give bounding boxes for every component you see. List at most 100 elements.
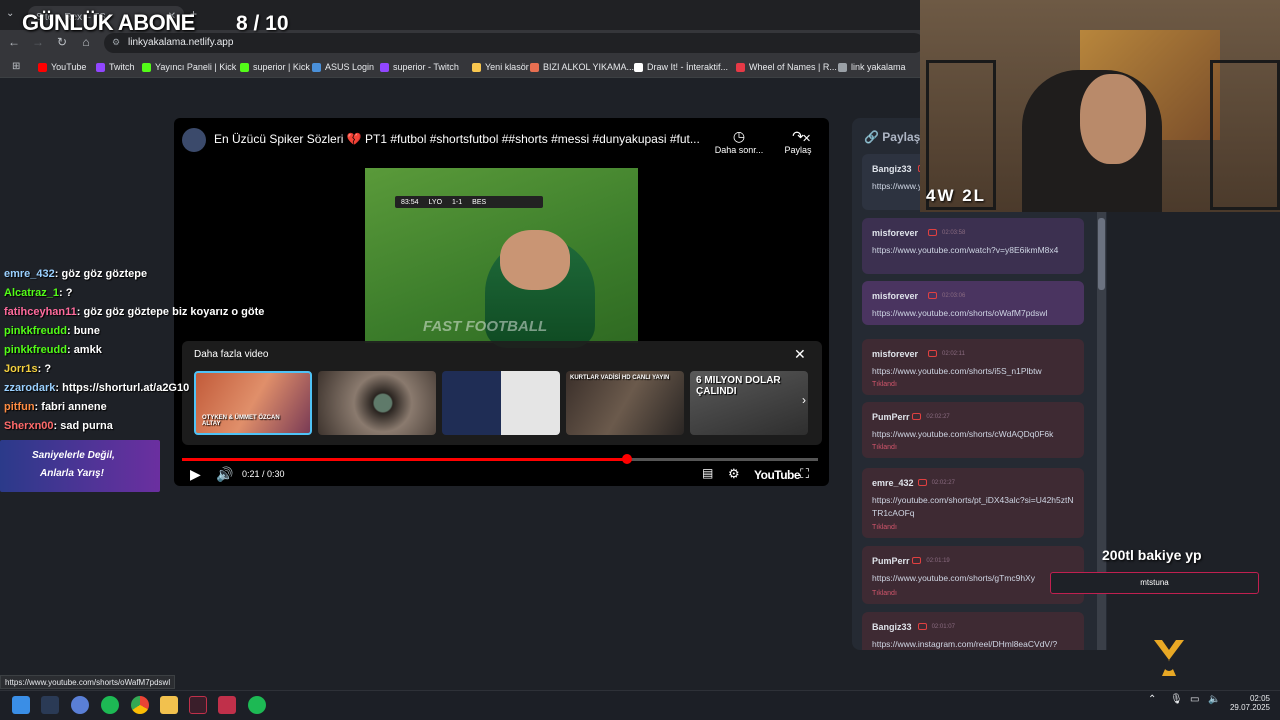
bookmark-item[interactable]: link yakalama <box>838 60 906 74</box>
bookmark-item[interactable]: BIZI ALKOL YIKAMA... <box>530 60 634 74</box>
spotify-icon[interactable] <box>101 696 119 714</box>
card-link[interactable]: https://www.youtube.com/watch?v=y8E6ikmM… <box>872 244 1078 257</box>
shared-link-card[interactable]: misforever 02:03:58 https://www.youtube.co… <box>862 218 1084 274</box>
chat-message: pinkkfreudd: amkk <box>4 344 102 356</box>
card-link[interactable]: https://www.youtube.com/shorts/i5S_n1Plb… <box>872 365 1078 378</box>
scrollbar-thumb[interactable] <box>1098 218 1105 290</box>
card-link[interactable]: https://www.youtube.com/shorts/oWafM7pds… <box>872 307 1078 320</box>
chat-message: pitfun: fabri annene <box>4 401 107 413</box>
url-text: linkyakalama.netlify.app <box>128 37 234 48</box>
bookmark-icon <box>736 62 745 72</box>
promo-line-2: Anlarla Yarış! <box>40 468 104 479</box>
close-icon[interactable]: ✕ <box>802 132 811 145</box>
forward-icon[interactable]: → <box>30 34 46 50</box>
bookmark-item[interactable]: Wheel of Names | R... <box>736 60 837 74</box>
close-more-videos-icon[interactable]: ✕ <box>794 346 806 363</box>
channel-avatar[interactable] <box>182 128 206 152</box>
card-link[interactable]: https://www.youtube.com/shorts/cWdAQDq0F… <box>872 428 1078 441</box>
chat-message: zzarodark: https://shorturl.at/a2G10 <box>4 382 189 394</box>
speaker-icon[interactable]: 🔈 <box>1208 694 1220 705</box>
chat-text: göz göz göztepe biz koyarız o göte <box>83 306 265 318</box>
spotify-icon[interactable] <box>248 696 266 714</box>
bookmark-item[interactable]: superior - Twitch <box>380 60 459 74</box>
progress-bar[interactable] <box>182 454 818 464</box>
bookmark-item[interactable]: YouTube <box>38 60 86 74</box>
bookmark-label: ASUS Login <box>325 62 375 72</box>
share-icon: ↷ <box>792 128 804 144</box>
apps-grid-icon[interactable]: ⊞ <box>12 61 20 72</box>
bookmark-label: Wheel of Names | R... <box>749 62 837 72</box>
bookmark-label: superior - Twitch <box>393 62 459 72</box>
bookmark-item[interactable]: Draw It! - İnteraktif... <box>634 60 728 74</box>
chat-separator: : <box>66 325 74 337</box>
youtube-logo[interactable]: YouTube <box>754 468 801 482</box>
bookmark-icon <box>472 62 481 72</box>
video-title[interactable]: En Üzücü Spiker Sözleri 💔 PT1 #futbol #s… <box>214 132 700 146</box>
bookmark-icon <box>312 62 321 72</box>
video-thumbnail[interactable]: 6 MILYON DOLAR ÇALINDI <box>690 371 808 435</box>
settings-icon[interactable]: ⚙ <box>728 466 740 482</box>
card-status: Tıklandı <box>872 381 897 388</box>
card-link[interactable]: https://www.youtube.com/shorts/gTmc9hXy <box>872 572 1078 585</box>
back-icon[interactable]: ← <box>6 34 22 50</box>
link-icon: 🔗 <box>864 130 879 144</box>
subtitles-icon[interactable]: ▤ <box>702 466 713 480</box>
system-clock[interactable]: 02:05 29.07.2025 <box>1226 694 1270 712</box>
scoreboard: 83:54 LYO 1-1 BES <box>395 196 543 208</box>
url-field[interactable]: ⚙ linkyakalama.netlify.app <box>104 33 924 53</box>
team-a: LYO <box>428 198 443 206</box>
chat-message: Sherxn00: sad purna <box>4 420 113 432</box>
thumbnail-text: OTYKEN & ÜMMET ÖZCAN ALTAY <box>202 415 280 427</box>
video-thumbnail[interactable]: OTYKEN & ÜMMET ÖZCAN ALTAY <box>194 371 312 435</box>
volume-icon[interactable]: 🔊 <box>216 466 233 483</box>
bookmark-item[interactable]: Twitch <box>96 60 135 74</box>
reload-icon[interactable]: ↻ <box>54 34 70 50</box>
youtube-icon <box>912 413 922 420</box>
card-username: PumPerr <box>872 556 910 566</box>
card-link[interactable]: https://youtube.com/shorts/pt_iDX43alc?s… <box>872 494 1078 520</box>
watch-later-button[interactable]: ◷ Daha sonr... <box>714 128 764 155</box>
bookmark-icon <box>530 62 539 72</box>
video-thumbnail[interactable] <box>442 371 560 435</box>
shared-link-card[interactable]: misforever 02:03:06 https://www.youtube.co… <box>862 281 1084 325</box>
play-icon[interactable]: ▶ <box>190 466 201 483</box>
share-button[interactable]: ↷ Paylaş <box>778 128 818 155</box>
shared-link-card[interactable]: PumPerr 02:02:27 https://www.youtube.com/s… <box>862 402 1084 458</box>
bookmark-item[interactable]: superior | Kick <box>240 60 310 74</box>
tray-chevron-icon[interactable]: ⌃ <box>1148 694 1156 705</box>
tab-list-icon[interactable]: ⌄ <box>6 8 14 19</box>
card-username: Bangiz33 <box>872 622 912 632</box>
youtube-icon <box>928 229 937 236</box>
app-icon[interactable] <box>71 696 89 714</box>
shared-link-card[interactable]: emre_432 02:02:27 https://youtube.com/shor… <box>862 468 1084 538</box>
youtube-player[interactable]: En Üzücü Spiker Sözleri 💔 PT1 #futbol #s… <box>174 118 829 486</box>
card-timestamp: 02:02:11 <box>942 351 965 357</box>
shared-link-card[interactable]: misforever 02:02:11 https://www.youtube.co… <box>862 339 1084 395</box>
bookmark-item[interactable]: ASUS Login <box>312 60 374 74</box>
fullscreen-icon[interactable]: ⛶ <box>800 466 809 482</box>
app-icon[interactable] <box>189 696 207 714</box>
display-icon[interactable]: ▭ <box>1190 694 1199 705</box>
microphone-icon[interactable]: 🎙 <box>1170 694 1183 705</box>
home-icon[interactable]: ⌂ <box>78 34 94 50</box>
start-icon[interactable] <box>12 696 30 714</box>
bookmark-item[interactable]: Yeni klasör <box>472 60 529 74</box>
chrome-icon[interactable] <box>131 696 149 714</box>
video-frame: 83:54 LYO 1-1 BES FAST FOOTBALL <box>365 168 638 348</box>
folder-icon[interactable] <box>160 696 178 714</box>
video-thumbnail[interactable] <box>318 371 436 435</box>
steam-icon[interactable] <box>41 696 59 714</box>
shared-link-card[interactable]: Bangiz33 02:01:07 https://www.instagram.co… <box>862 612 1084 650</box>
chat-username: pinkkfreudd <box>4 325 67 337</box>
site-info-icon[interactable]: ⚙ <box>112 37 120 48</box>
card-timestamp: 02:03:06 <box>942 293 966 299</box>
next-arrow-icon[interactable]: › <box>802 393 806 407</box>
clock-icon: ◷ <box>732 128 746 144</box>
card-timestamp: 02:03:58 <box>942 230 966 236</box>
voicemod-icon[interactable] <box>218 696 236 714</box>
progress-knob[interactable] <box>622 454 633 464</box>
youtube-icon <box>917 623 927 630</box>
bookmark-item[interactable]: Yayıncı Paneli | Kick <box>142 60 236 74</box>
video-thumbnail[interactable]: KURTLAR VADİSİ HD CANLI YAYIN <box>566 371 684 435</box>
card-link[interactable]: https://www.instagram.com/reel/DHml8eaCV… <box>872 638 1078 650</box>
